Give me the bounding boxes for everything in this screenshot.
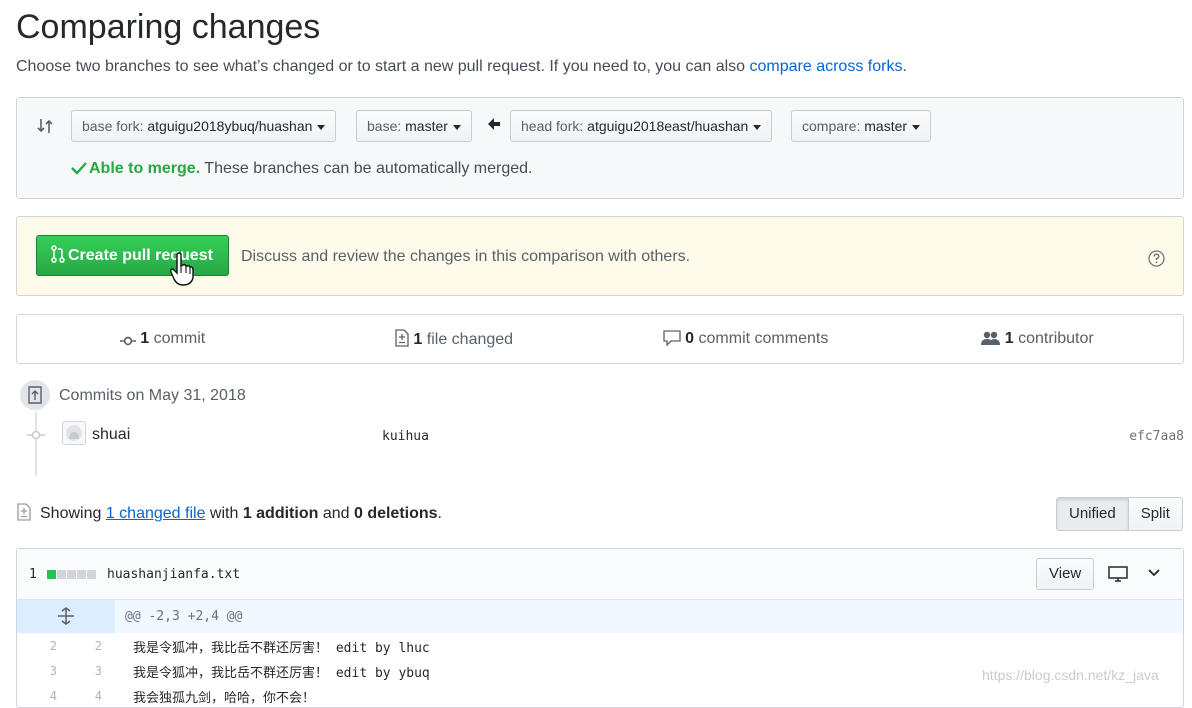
view-file-button[interactable]: View <box>1036 558 1095 590</box>
check-icon <box>71 162 87 175</box>
summary-commits[interactable]: 1 commit <box>17 330 309 348</box>
summary-files[interactable]: 1 file changed <box>309 329 601 349</box>
diff-summary: Showing 1 changed file with 1 addition a… <box>40 505 442 523</box>
old-line-number[interactable]: 4 <box>17 689 57 703</box>
commits-label: commit <box>149 330 206 347</box>
line-code-cn: 我会独孤九剑，哈哈，你不会！ <box>133 691 316 706</box>
compare-branch-select[interactable]: compare: master <box>791 110 932 142</box>
diff-line: 2 2 我是令狐冲，我比岳不群还厉害！ edit by lhuc <box>17 634 1183 659</box>
deletions-count: 0 deletions <box>353 505 438 522</box>
base-fork-select[interactable]: base fork: atguigu2018ybuq/huashan <box>71 110 337 142</box>
create-pr-box: Create pull request Discuss and review t… <box>16 216 1184 296</box>
create-pr-description: Discuss and review the changes in this c… <box>241 248 691 265</box>
hand-cursor-icon <box>170 252 194 286</box>
page-subtitle: Choose two branches to see what’s change… <box>16 58 907 76</box>
commits-date-label: Commits on May 31, 2018 <box>59 387 246 404</box>
subtitle-end: . <box>902 58 907 75</box>
comments-count: 0 <box>685 330 695 347</box>
unified-button[interactable]: Unified <box>1056 497 1129 531</box>
contributors-label: contributor <box>1013 330 1094 347</box>
new-line-number[interactable]: 2 <box>62 639 102 653</box>
watermark: https://blog.csdn.net/kz_java <box>982 667 1159 683</box>
question-icon[interactable] <box>1148 250 1165 267</box>
file-diff-icon <box>17 503 31 521</box>
compare-arrows-icon <box>37 119 53 133</box>
avatar[interactable] <box>62 421 86 445</box>
comparison-summary: 1 commit 1 file changed 0 commit comment… <box>16 314 1184 364</box>
hunk-header: @@ -2,3 +2,4 @@ <box>17 600 1183 633</box>
old-line-number[interactable]: 3 <box>17 664 57 678</box>
comments-label: commit comments <box>694 330 829 347</box>
and-text: and <box>318 505 354 522</box>
people-icon <box>980 331 1000 345</box>
arrow-left-icon <box>488 118 500 130</box>
changed-files-link[interactable]: 1 changed file <box>106 505 206 522</box>
new-line-number[interactable]: 3 <box>62 664 102 678</box>
merge-status-text: These branches can be automatically merg… <box>200 160 533 177</box>
caret-down-icon <box>452 124 461 130</box>
base-prefix: base: <box>367 118 406 134</box>
line-code-cn: 我是令狐冲，我比岳不群还厉害！ <box>133 666 329 681</box>
head-fork-prefix: head fork: <box>521 118 588 134</box>
diffstat-bar <box>47 570 96 579</box>
commit-icon <box>120 336 137 346</box>
diff-line: 4 4 我会独孤九剑，哈哈，你不会！ <box>17 684 1183 707</box>
base-fork-value: atguigu2018ybuq/huashan <box>147 118 313 134</box>
showing-text: Showing <box>40 505 106 522</box>
base-branch-value: master <box>405 118 448 134</box>
with-text: with <box>205 505 243 522</box>
hunk-range: @@ -2,3 +2,4 @@ <box>125 609 243 624</box>
summary-comments[interactable]: 0 commit comments <box>600 330 892 348</box>
diffstat-count: 1 <box>29 567 37 582</box>
base-branch-select[interactable]: base: master <box>356 110 472 142</box>
additions-count: 1 addition <box>242 505 319 522</box>
pull-request-icon <box>51 245 65 263</box>
commits-count: 1 <box>140 330 150 347</box>
caret-down-icon <box>317 124 326 130</box>
line-code-cn: 我是令狐冲，我比岳不群还厉害！ <box>133 641 329 656</box>
files-label: file changed <box>422 331 514 348</box>
compare-branch-value: master <box>864 118 908 134</box>
commit-sha[interactable]: efc7aa8 <box>1129 429 1184 444</box>
file-name[interactable]: huashanjianfa.txt <box>107 567 240 582</box>
commit-node-icon <box>27 430 45 440</box>
file-diff: 1 huashanjianfa.txt View @@ -2,3 +2,4 @@… <box>16 548 1184 708</box>
new-line-number[interactable]: 4 <box>62 689 102 703</box>
page-title: Comparing changes <box>16 8 321 46</box>
split-button[interactable]: Split <box>1128 497 1183 531</box>
range-editor: base fork: atguigu2018ybuq/huashan base:… <box>16 97 1184 199</box>
head-fork-value: atguigu2018east/huashan <box>587 118 749 134</box>
repo-push-icon <box>18 378 52 412</box>
compare-across-forks-link[interactable]: compare across forks <box>750 58 903 75</box>
contributors-count: 1 <box>1004 330 1014 347</box>
files-count: 1 <box>413 331 423 348</box>
merge-ok-label: Able to merge. <box>89 160 201 177</box>
expand-icon[interactable] <box>57 607 75 625</box>
caret-down-icon <box>753 124 762 130</box>
line-code-en: edit by ybuq <box>328 666 430 681</box>
line-code: 我是令狐冲，我比岳不群还厉害！ edit by ybuq <box>133 662 430 681</box>
old-line-number[interactable]: 2 <box>17 639 57 653</box>
compare-prefix: compare: <box>802 118 865 134</box>
base-fork-prefix: base fork: <box>82 118 148 134</box>
summary-contributors[interactable]: 1 contributor <box>892 330 1184 348</box>
file-header: 1 huashanjianfa.txt View <box>17 549 1183 600</box>
commit-author[interactable]: shuai <box>92 426 130 444</box>
hunk-gutter <box>17 600 115 633</box>
line-code: 我是令狐冲，我比岳不群还厉害！ edit by lhuc <box>133 637 430 656</box>
diff-view-toggle: Unified Split <box>1056 497 1183 531</box>
line-code: 我会独孤九剑，哈哈，你不会！ <box>133 687 315 706</box>
subtitle-text: Choose two branches to see what’s change… <box>16 58 746 75</box>
caret-down-icon <box>912 124 921 130</box>
chevron-down-icon[interactable] <box>1147 568 1161 578</box>
line-code-en: edit by lhuc <box>328 641 430 656</box>
comment-icon <box>663 330 681 347</box>
desktop-icon[interactable] <box>1108 566 1128 582</box>
head-fork-select[interactable]: head fork: atguigu2018east/huashan <box>510 110 773 142</box>
commit-message[interactable]: kuihua <box>382 429 429 444</box>
merge-status: Able to merge. These branches can be aut… <box>71 160 532 178</box>
file-diff-icon <box>395 329 410 347</box>
create-pull-request-button[interactable]: Create pull request <box>36 235 229 276</box>
end-text: . <box>437 505 442 522</box>
